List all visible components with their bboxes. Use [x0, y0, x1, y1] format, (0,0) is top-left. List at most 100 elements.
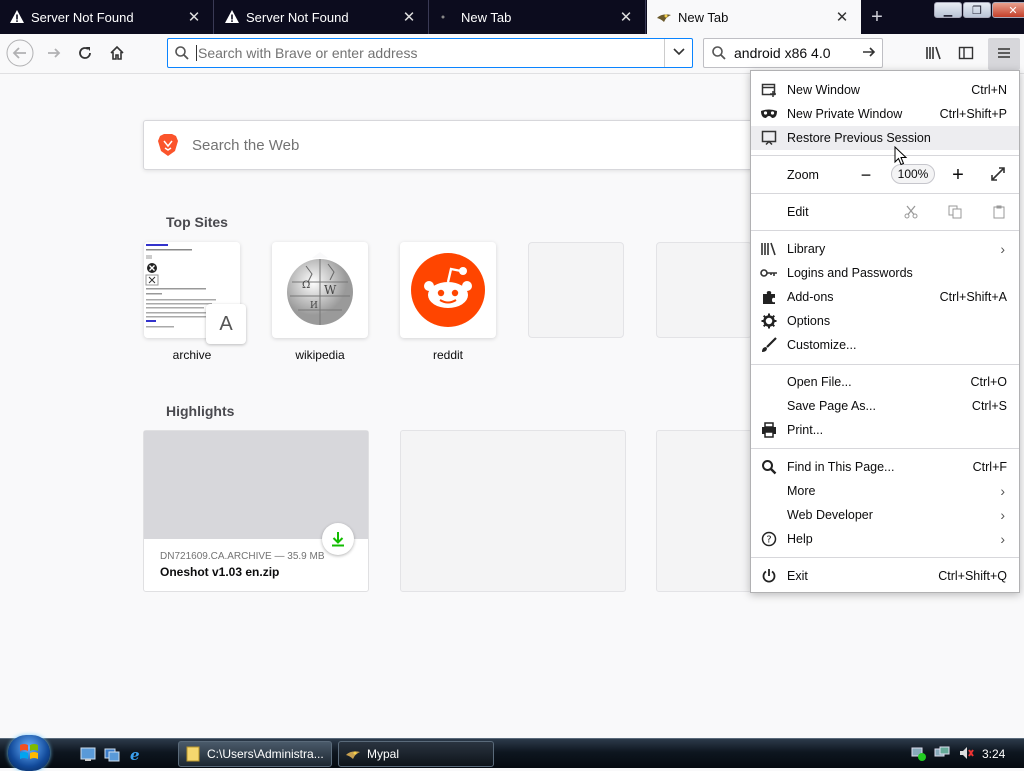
url-bar[interactable] — [167, 38, 693, 68]
menu-label: Open File... — [787, 375, 852, 389]
search-bar-value[interactable]: android x86 4.0 — [734, 45, 856, 61]
url-dropdown-button[interactable] — [664, 39, 692, 67]
search-go-button[interactable] — [856, 44, 882, 63]
menu-restore-session[interactable]: Restore Previous Session — [751, 126, 1019, 150]
menu-exit[interactable]: Exit Ctrl+Shift+Q — [751, 564, 1019, 588]
mypal-icon — [345, 746, 361, 762]
menu-addons[interactable]: Add-ons Ctrl+Shift+A — [751, 285, 1019, 309]
close-tab-icon[interactable]: ✕ — [398, 6, 420, 28]
menu-customize[interactable]: Customize... — [751, 333, 1019, 357]
svg-text:e: e — [130, 746, 140, 762]
menu-button[interactable] — [988, 38, 1020, 70]
menu-more[interactable]: More › — [751, 479, 1019, 503]
menu-label: Restore Previous Session — [787, 131, 931, 145]
menu-label: More — [787, 484, 816, 498]
menu-shortcut: Ctrl+N — [971, 83, 1007, 97]
menu-edit-row: Edit — [751, 200, 1019, 224]
menu-label: Save Page As... — [787, 399, 876, 413]
menu-options[interactable]: Options — [751, 309, 1019, 333]
menu-shortcut: Ctrl+O — [970, 375, 1007, 389]
chevron-down-icon — [672, 45, 686, 62]
top-site-wikipedia[interactable]: Ω W И wikipedia — [272, 242, 368, 362]
taskbar-clock[interactable]: 3:24 — [982, 747, 1005, 761]
zoom-out-button[interactable]: − — [855, 165, 877, 185]
tab-server-not-found-2[interactable]: Server Not Found ✕ — [215, 0, 429, 34]
menu-shortcut: Ctrl+Shift+P — [939, 107, 1007, 121]
url-input[interactable] — [196, 45, 664, 61]
menu-help[interactable]: ? Help › — [751, 527, 1019, 551]
switch-windows-icon[interactable] — [104, 746, 120, 762]
reload-button[interactable] — [69, 38, 101, 70]
tab-new-tab-active[interactable]: New Tab ✕ — [647, 0, 861, 34]
menu-open-file[interactable]: Open File... Ctrl+O — [751, 370, 1019, 394]
app-menu-panel: New Window Ctrl+N New Private Window Ctr… — [750, 70, 1020, 593]
menu-new-private-window[interactable]: New Private Window Ctrl+Shift+P — [751, 102, 1019, 126]
copy-button[interactable] — [945, 203, 965, 223]
close-tab-icon[interactable]: ✕ — [615, 6, 637, 28]
top-site-empty-2[interactable] — [656, 242, 752, 348]
back-button[interactable] — [4, 38, 36, 70]
tab-server-not-found-1[interactable]: Server Not Found ✕ — [0, 0, 214, 34]
taskbar-item-label: Mypal — [367, 747, 400, 761]
close-tab-icon[interactable]: ✕ — [183, 6, 205, 28]
tab-strip: Server Not Found ✕ Server Not Found ✕ Ne… — [0, 0, 1024, 34]
menu-find-in-page[interactable]: Find in This Page... Ctrl+F — [751, 455, 1019, 479]
menu-new-window[interactable]: New Window Ctrl+N — [751, 78, 1019, 102]
fullscreen-icon — [990, 166, 1006, 185]
close-window-button[interactable]: ✕ — [992, 2, 1024, 18]
library-button[interactable] — [918, 38, 950, 70]
copy-icon — [948, 205, 962, 222]
empty-tile — [656, 242, 752, 338]
help-icon: ? — [751, 531, 787, 547]
menu-separator — [751, 230, 1019, 231]
network-warning-icon[interactable] — [910, 745, 926, 764]
internet-explorer-icon[interactable]: e — [128, 746, 144, 764]
menu-web-developer[interactable]: Web Developer › — [751, 503, 1019, 527]
fullscreen-button[interactable] — [987, 165, 1009, 185]
menu-separator — [751, 155, 1019, 156]
menu-save-page[interactable]: Save Page As... Ctrl+S — [751, 394, 1019, 418]
menu-separator — [751, 193, 1019, 194]
menu-logins-passwords[interactable]: Logins and Passwords — [751, 261, 1019, 285]
wikipedia-thumbnail: Ω W И — [272, 242, 368, 338]
menu-separator — [751, 448, 1019, 449]
minimize-button[interactable]: ▁ — [934, 2, 962, 18]
svg-text:Ω: Ω — [302, 280, 310, 291]
show-desktop-icon[interactable] — [80, 746, 96, 762]
top-site-archive[interactable]: A archive — [144, 242, 246, 362]
web-search-box[interactable]: Search the Web — [143, 120, 783, 170]
minus-icon: − — [860, 164, 872, 185]
tab-new-tab-1[interactable]: New Tab ✕ — [430, 0, 646, 34]
menu-label: Customize... — [787, 338, 857, 352]
warning-icon — [9, 9, 25, 25]
sidebar-toggle-button[interactable] — [950, 38, 982, 70]
zoom-in-button[interactable]: + — [947, 164, 969, 186]
forward-button[interactable] — [38, 38, 70, 70]
menu-zoom-row: Zoom — [751, 163, 1019, 187]
menu-library[interactable]: Library › — [751, 237, 1019, 261]
paintbrush-icon — [751, 337, 787, 353]
highlight-card[interactable]: DN721609.CA.ARCHIVE — 35.9 MB Oneshot v1… — [143, 430, 369, 592]
home-button[interactable] — [101, 38, 133, 70]
cut-button[interactable] — [901, 203, 921, 223]
search-bar[interactable]: android x86 4.0 — [703, 38, 883, 68]
new-tab-button[interactable]: + — [866, 6, 888, 28]
dot-icon — [439, 9, 455, 25]
windows-logo-icon — [19, 742, 39, 765]
top-site-label: reddit — [432, 348, 464, 362]
taskbar-explorer-window[interactable]: C:\Users\Administra... — [178, 741, 332, 767]
top-site-reddit[interactable]: reddit — [400, 242, 496, 362]
close-tab-icon[interactable]: ✕ — [831, 6, 853, 28]
menu-label: Exit — [787, 569, 808, 583]
volume-muted-icon[interactable] — [958, 745, 974, 764]
network-icon[interactable] — [934, 745, 950, 764]
taskbar-mypal-window[interactable]: Mypal — [338, 741, 494, 767]
menu-print[interactable]: Print... — [751, 418, 1019, 442]
start-button[interactable] — [8, 735, 50, 771]
download-icon — [322, 523, 354, 555]
paste-button[interactable] — [989, 203, 1009, 223]
top-site-empty-1[interactable] — [528, 242, 624, 348]
restore-button[interactable]: ❐ — [963, 2, 991, 18]
gear-icon — [751, 313, 787, 329]
menu-label: Logins and Passwords — [787, 266, 913, 280]
